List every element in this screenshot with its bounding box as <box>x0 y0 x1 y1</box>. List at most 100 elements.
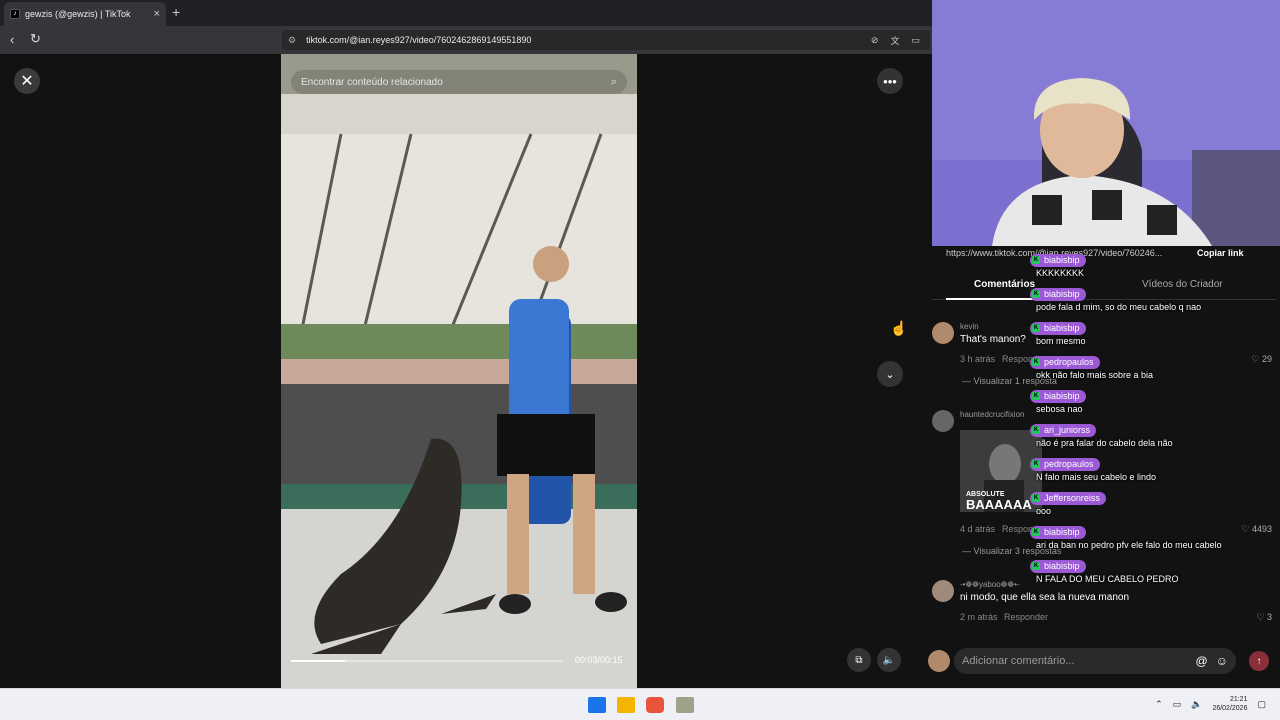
clock[interactable]: 21:21 26/02/2026 <box>1212 695 1247 713</box>
back-icon[interactable]: ‹ <box>10 32 14 47</box>
comment-input[interactable]: Adicionar comentário... @ ☺ <box>954 648 1236 674</box>
comment-user[interactable]: hauntedcrucifixion <box>960 410 1024 419</box>
chat-message-text: N falo mais seu cabelo e lindo <box>1036 471 1157 482</box>
app-icon[interactable] <box>676 697 694 713</box>
brave-browser-icon[interactable] <box>646 697 664 713</box>
chat-message: Kbiabisbip pode fala d mim, so do meu cab… <box>1030 282 1280 312</box>
chat-username-text: biabisbip <box>1044 255 1080 265</box>
chat-message-text: ooo <box>1036 505 1052 516</box>
avatar[interactable] <box>932 410 954 432</box>
avatar[interactable] <box>928 650 950 672</box>
reply-button[interactable]: Responder <box>1004 612 1048 622</box>
speaker-icon[interactable]: 🔈 <box>1191 699 1202 710</box>
chat-message: Kbiabisbip sebosa nao <box>1030 384 1280 414</box>
chat-username-text: pedropaulos <box>1044 357 1094 367</box>
next-video-button[interactable]: ⌄ <box>877 361 903 387</box>
kick-badge-icon: K <box>1032 392 1040 400</box>
chat-username[interactable]: Kbiabisbip <box>1030 287 1086 301</box>
address-bar[interactable]: ⚙ tiktok.com/@ian.reyes927/video/7602462… <box>282 30 930 50</box>
url-text: tiktok.com/@ian.reyes927/video/760246286… <box>306 35 532 45</box>
kick-badge-icon: K <box>1032 494 1040 502</box>
tiktok-icon: ♪ <box>10 9 20 19</box>
chat-message: Kbiabisbip N FALA DO MEU CABELO PEDRO <box>1030 554 1280 584</box>
translate-icon[interactable]: 文 <box>890 34 899 47</box>
kick-badge-icon: K <box>1032 426 1040 434</box>
input-actions: @ ☺ <box>1196 654 1228 668</box>
reload-icon[interactable]: ↻ <box>30 31 41 47</box>
tab-comments[interactable]: Comentários <box>974 279 1035 290</box>
browser-tabbar: ♪ gewzis (@gewzis) | TikTok × + <box>0 0 932 26</box>
avatar[interactable] <box>932 580 954 602</box>
webcam-overlay <box>932 0 1280 246</box>
avatar[interactable] <box>932 322 954 344</box>
chat-message: Kpedropaulos N falo mais seu cabelo e lin… <box>1030 452 1280 482</box>
file-explorer-icon[interactable] <box>617 697 635 713</box>
chat-username-text: biabisbip <box>1044 561 1080 571</box>
site-info-icon[interactable]: ⚙ <box>288 35 296 46</box>
kick-badge-icon: K <box>1032 358 1040 366</box>
miniplayer-button[interactable]: ⧉ <box>847 648 871 672</box>
kick-badge-icon: K <box>1032 562 1040 570</box>
no-track-icon[interactable]: ⊘ <box>871 35 879 46</box>
chat-username[interactable]: Kbiabisbip <box>1030 525 1086 539</box>
search-placeholder: Encontrar conteúdo relacionado <box>301 76 443 88</box>
kick-badge-icon: K <box>1032 324 1040 332</box>
kick-badge-icon: K <box>1032 460 1040 468</box>
browser-navbar: ‹ ↻ ⚙ tiktok.com/@ian.reyes927/video/760… <box>0 26 932 54</box>
chat-message-text: KKKKKKKK <box>1036 267 1085 278</box>
video-stage: ✕ Encontrar conteúdo relacionado ⌕ 00:03… <box>0 54 918 688</box>
chat-username-text: biabisbip <box>1044 527 1080 537</box>
video-player[interactable]: Encontrar conteúdo relacionado ⌕ 00:03/0… <box>281 54 637 688</box>
chat-username-text: pedropaulos <box>1044 459 1094 469</box>
chat-username-text: biabisbip <box>1044 323 1080 333</box>
mouse-cursor-icon: ☝ <box>890 320 908 336</box>
chat-username[interactable]: Kpedropaulos <box>1030 355 1100 369</box>
chat-username[interactable]: Kbiabisbip <box>1030 253 1086 267</box>
kick-badge-icon: K <box>1032 528 1040 536</box>
comment-text: ni modo, que ella sea la nueva manon <box>960 592 1130 603</box>
gif-big-text: BAAAAAA <box>966 497 1032 512</box>
taskbar: ⌃ ▭ 🔈 21:21 26/02/2026 ▢ <box>0 688 1280 720</box>
send-button[interactable]: ↑ <box>1249 651 1269 671</box>
emoji-icon[interactable]: ☺ <box>1216 654 1228 668</box>
video-progress-fill <box>291 660 346 662</box>
chat-username[interactable]: Kari_juniorss <box>1030 423 1097 437</box>
chat-username[interactable]: Kbiabisbip <box>1030 389 1086 403</box>
chat-username[interactable]: Kbiabisbip <box>1030 321 1086 335</box>
cast-icon[interactable]: ▭ <box>911 35 920 46</box>
comment-user[interactable]: kevin <box>960 322 979 331</box>
windows-start-icon[interactable] <box>588 697 606 713</box>
chat-message: K Jeffersonreiss ooo <box>1030 486 1280 516</box>
volume-button[interactable]: 🔈 <box>877 648 901 672</box>
kick-badge-icon: K <box>1032 290 1040 298</box>
close-video-button[interactable]: ✕ <box>14 68 40 94</box>
kick-badge-icon: K <box>1032 256 1040 264</box>
chat-message: Kpedropaulos okk não falo mais sobre a bi… <box>1030 350 1280 380</box>
comment-user[interactable]: -•❁❁yaboo❁❁•- <box>960 580 1020 589</box>
like-count-value: 3 <box>1266 612 1272 622</box>
browser-tab[interactable]: ♪ gewzis (@gewzis) | TikTok × <box>4 2 166 26</box>
video-progress-bar[interactable] <box>291 660 563 662</box>
related-search-input[interactable]: Encontrar conteúdo relacionado ⌕ <box>291 70 627 94</box>
screen: ♪ gewzis (@gewzis) | TikTok × + ‹ ↻ ⚙ ti… <box>0 0 1280 720</box>
more-options-button[interactable]: ••• <box>877 68 903 94</box>
mention-icon[interactable]: @ <box>1196 654 1208 668</box>
new-tab-button[interactable]: + <box>172 4 180 20</box>
chevron-up-icon[interactable]: ⌃ <box>1155 699 1163 710</box>
clock-time: 21:21 <box>1229 696 1248 703</box>
search-icon[interactable]: ⌕ <box>611 76 617 89</box>
network-icon[interactable]: ▭ <box>1173 699 1182 710</box>
notification-icon[interactable]: ▢ <box>1257 699 1266 710</box>
close-tab-button[interactable]: × <box>154 8 160 20</box>
chat-username[interactable]: Kbiabisbip <box>1030 559 1086 573</box>
video-time: 00:03/00:15 <box>575 655 623 665</box>
chat-username[interactable]: Kpedropaulos <box>1030 457 1100 471</box>
chat-message-text: okk não falo mais sobre a bia <box>1036 369 1154 380</box>
chat-message: Kbiabisbip ari da ban no pedro pfv ele fa… <box>1030 520 1280 550</box>
clock-date: 26/02/2026 <box>1212 705 1248 712</box>
chat-message-text: não é pra falar do cabelo dela não <box>1036 437 1173 448</box>
chat-message-text: N FALA DO MEU CABELO PEDRO <box>1036 573 1179 584</box>
chat-username[interactable]: K Jeffersonreiss <box>1030 491 1106 505</box>
chat-message-text: pode fala d mim, so do meu cabelo q nao <box>1036 301 1202 312</box>
like-count[interactable]: ♡ 3 <box>1256 612 1272 623</box>
